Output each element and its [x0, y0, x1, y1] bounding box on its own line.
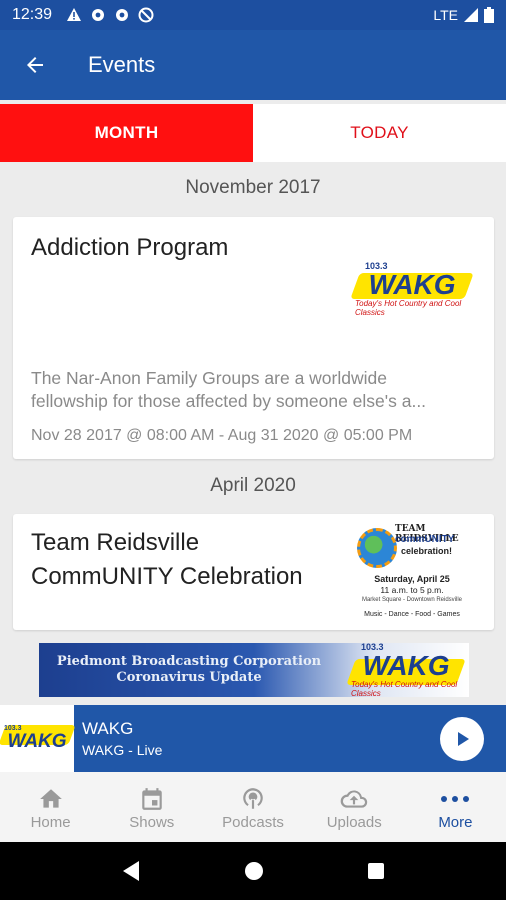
arrow-back-icon	[27, 57, 43, 73]
mini-player[interactable]: 103.3 WAKG WAKG WAKG - Live	[0, 705, 506, 772]
more-icon	[441, 795, 470, 802]
logo-name: WAKG	[7, 730, 67, 752]
logo-name: WAKG	[368, 269, 456, 300]
nav-podcasts[interactable]: Podcasts	[202, 772, 303, 842]
logo-tagline: Today's Hot Country and Cool Classics	[355, 299, 462, 317]
flyer-date: Saturday, April 25	[374, 574, 450, 584]
nav-shows[interactable]: Shows	[101, 772, 202, 842]
player-subtitle: WAKG - Live	[82, 742, 163, 758]
wakg-logo: 103.3 WAKG	[0, 713, 76, 763]
globe-icon	[357, 528, 397, 568]
app-bar: Events	[0, 30, 506, 100]
banner-wakg-logo: 103.3 WAKG Today's Hot Country and Cool …	[346, 642, 466, 698]
event-description-line1: The Nar-Anon Family Groups are a worldwi…	[31, 368, 387, 388]
nav-podcasts-label: Podcasts	[222, 813, 284, 831]
recents-square-icon[interactable]	[367, 862, 385, 880]
event-description: The Nar-Anon Family Groups are a worldwi…	[31, 367, 481, 413]
bottom-nav: Home Shows Podcasts Uploads More	[0, 772, 506, 842]
player-info: WAKG WAKG - Live	[82, 719, 162, 758]
settings-icon	[116, 9, 129, 21]
event-flyer-image: TEAM REIDSVILLE commUNITY celebration! S…	[351, 524, 473, 630]
event-card-team-reidsville[interactable]: Team Reidsville CommUNITY Celebration TE…	[13, 514, 494, 630]
home-circle-icon[interactable]	[244, 861, 264, 881]
player-artwork: 103.3 WAKG	[0, 705, 76, 772]
wakg-logo: 103.3 WAKG Today's Hot Country and Cool …	[350, 259, 474, 319]
network-type: LTE	[433, 7, 458, 23]
nav-home-label: Home	[30, 813, 71, 831]
play-icon	[458, 732, 469, 746]
nav-more-label: More	[438, 813, 473, 831]
battery-icon	[484, 7, 494, 23]
event-datetime: Nov 28 2017 @ 08:00 AM - Aug 31 2020 @ 0…	[31, 427, 413, 444]
flyer-line2: commUNITY	[395, 534, 455, 545]
event-title: Addiction Program	[31, 234, 229, 261]
settings-icon	[92, 9, 105, 21]
player-title: WAKG	[82, 719, 134, 738]
back-button[interactable]	[0, 30, 70, 100]
podcast-icon	[243, 787, 263, 809]
logo-tagline: Today's Hot Country and Cool Classics	[351, 680, 458, 698]
flyer-items: Music - Dance - Food - Games	[364, 611, 460, 618]
banner-line2: Coronavirus Update	[116, 670, 262, 685]
section-header-november-2017: November 2017	[185, 177, 321, 198]
flyer-line3: celebration!	[401, 546, 453, 556]
cloud-upload-icon	[340, 789, 368, 808]
do-not-disturb-icon	[138, 7, 154, 23]
nav-uploads-label: Uploads	[326, 813, 382, 831]
event-description-line2: fellowship for those affected by someone…	[31, 391, 427, 411]
event-title-line2: CommUNITY Celebration	[31, 563, 303, 590]
status-time: 12:39	[12, 6, 53, 23]
status-bar: 12:39 LTE	[0, 0, 506, 30]
event-card-addiction-program[interactable]: Addiction Program 103.3 WAKG Today's Hot…	[13, 217, 494, 459]
nav-shows-label: Shows	[129, 813, 175, 831]
nav-more[interactable]: More	[405, 772, 506, 842]
flyer-time: 11 a.m. to 5 p.m.	[380, 585, 444, 595]
tab-today[interactable]: TODAY	[253, 104, 506, 162]
section-header-april-2020: April 2020	[210, 475, 296, 496]
home-icon	[39, 788, 62, 808]
banner-line1: Piedmont Broadcasting Corporation	[56, 654, 322, 669]
system-navigation-bar	[0, 842, 506, 900]
signal-icon	[464, 8, 478, 22]
event-title-line1: Team Reidsville	[31, 529, 200, 556]
tab-month[interactable]: MONTH	[0, 104, 253, 162]
tab-bar: MONTH TODAY	[0, 104, 506, 162]
banner-text: Piedmont Broadcasting Corporation Corona…	[39, 654, 339, 686]
nav-home[interactable]: Home	[0, 772, 101, 842]
flyer-place: Market Square - Downtown Reidsville	[361, 597, 463, 603]
logo-name: WAKG	[362, 650, 450, 681]
nav-uploads[interactable]: Uploads	[304, 772, 405, 842]
calendar-icon	[142, 787, 162, 810]
back-triangle-icon[interactable]	[121, 860, 141, 882]
warning-icon	[67, 8, 82, 21]
play-button[interactable]	[440, 717, 484, 761]
coronavirus-update-banner[interactable]: Piedmont Broadcasting Corporation Corona…	[39, 642, 469, 698]
page-title: Events	[88, 52, 156, 77]
